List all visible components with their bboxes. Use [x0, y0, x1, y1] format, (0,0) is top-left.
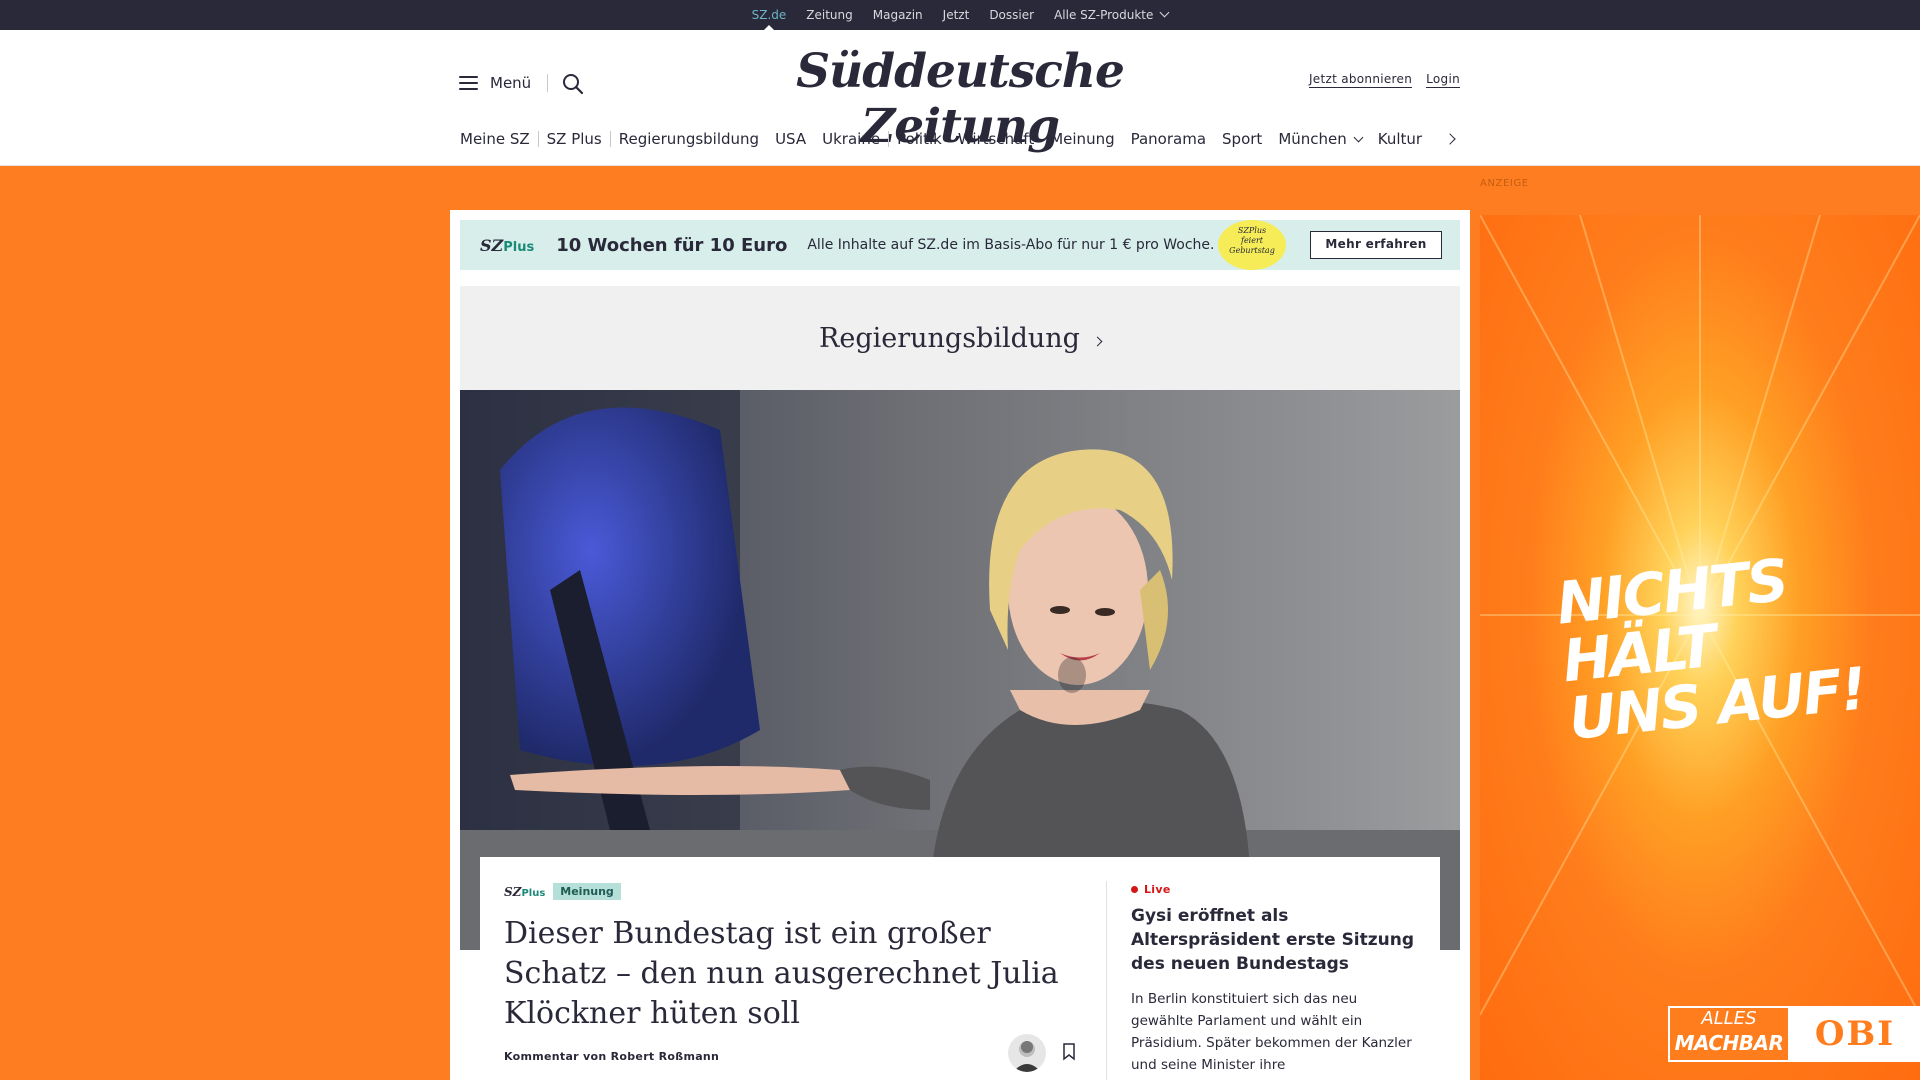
- topbar-link-sz-de[interactable]: SZ.de: [742, 0, 797, 30]
- live-teaser-title[interactable]: Gysi eröffnet als Alterspräsident erste …: [1131, 904, 1421, 976]
- promo-subtext: Alle Inhalte auf SZ.de im Basis-Abo für …: [807, 237, 1215, 253]
- section-header[interactable]: Regierungsbildung: [460, 286, 1460, 390]
- nav-item-sport[interactable]: Sport: [1214, 124, 1270, 154]
- live-teaser-text: In Berlin konstituiert sich das neu gewä…: [1131, 991, 1412, 1073]
- ad-tagline-line-1: ALLES: [1701, 1008, 1757, 1029]
- topbar-link-alle-produkte[interactable]: Alle SZ-Produkte: [1044, 0, 1178, 30]
- badge-line-3: Geburtstag: [1229, 246, 1275, 255]
- article-kicker: SZPlus Meinung: [504, 883, 1084, 900]
- lead-article-card[interactable]: SZPlus Meinung Dieser Bundestag ist ein …: [480, 857, 1440, 1080]
- sz-plus-logo: SZPlus: [504, 885, 545, 899]
- nav-item-ukraine[interactable]: Ukraine: [814, 124, 888, 154]
- lead-article-main: SZPlus Meinung Dieser Bundestag ist ein …: [504, 883, 1084, 1034]
- badge-line-2: feiert: [1240, 236, 1264, 245]
- live-label: Live: [1144, 883, 1171, 896]
- bookmark-icon: [1063, 1043, 1075, 1061]
- main-content: SZPlus 10 Wochen für 10 Euro Alle Inhalt…: [450, 210, 1470, 1080]
- lead-article-title[interactable]: Dieser Bundestag ist ein großer Schatz –…: [504, 914, 1084, 1034]
- nav-item-muenchen-label: München: [1278, 130, 1347, 148]
- sz-plus-logo-sz: SZ: [480, 235, 504, 255]
- main-navigation: Meine SZ SZ Plus Regierungsbildung USA U…: [460, 124, 1456, 154]
- chevron-down-icon: [1159, 7, 1170, 18]
- nav-item-wirtschaft[interactable]: Wirtschaft: [950, 124, 1042, 154]
- nav-scroll-right-icon[interactable]: [1444, 133, 1456, 145]
- top-bar: SZ.de Zeitung Magazin Jetzt Dossier Alle…: [0, 0, 1920, 30]
- nav-item-kultur[interactable]: Kultur: [1370, 124, 1430, 154]
- topbar-link-dossier[interactable]: Dossier: [979, 0, 1044, 30]
- ad-tagline-line-2: MACHBAR: [1674, 1031, 1784, 1055]
- subscribe-link[interactable]: Jetzt abonnieren: [1308, 72, 1413, 88]
- search-button[interactable]: [561, 72, 585, 96]
- topbar-link-alle-produkte-label: Alle SZ-Produkte: [1054, 8, 1154, 22]
- author-avatar: [1008, 1034, 1046, 1072]
- article-category-tag: Meinung: [553, 883, 621, 900]
- nav-item-sz-plus[interactable]: SZ Plus: [539, 124, 610, 154]
- topbar-link-zeitung[interactable]: Zeitung: [796, 0, 862, 30]
- hamburger-icon: [459, 76, 478, 90]
- live-ticker-teaser[interactable]: Live Gysi eröffnet als Alterspräsident e…: [1131, 883, 1421, 1076]
- sz-plus-logo-plus: Plus: [503, 239, 535, 255]
- nav-item-meinung[interactable]: Meinung: [1042, 124, 1122, 154]
- section-title: Regierungsbildung: [819, 322, 1080, 354]
- article-byline: Kommentar von Robert Roßmann: [504, 1050, 720, 1063]
- ad-label: ANZEIGE: [1480, 178, 1529, 189]
- topbar-link-magazin[interactable]: Magazin: [863, 0, 933, 30]
- site-header: Menü Süddeutsche Zeitung Jetzt abonniere…: [0, 30, 1920, 166]
- ad-slogan: NICHTS HÄLT UNS AUF!: [1553, 537, 1920, 753]
- sz-plus-logo-plus: Plus: [521, 887, 546, 899]
- nav-item-usa[interactable]: USA: [767, 124, 814, 154]
- chevron-down-icon: [1353, 132, 1364, 143]
- ad-tagline-box: ALLES MACHBAR: [1668, 1006, 1790, 1062]
- nav-item-regierungsbildung[interactable]: Regierungsbildung: [611, 124, 767, 154]
- promo-headline: 10 Wochen für 10 Euro: [556, 234, 788, 256]
- nav-item-politik[interactable]: Politik: [889, 124, 950, 154]
- topbar-link-jetzt[interactable]: Jetzt: [933, 0, 980, 30]
- menu-label: Menü: [490, 74, 532, 92]
- advertisement-banner[interactable]: NICHTS HÄLT UNS AUF! ALLES MACHBAR OBI: [1480, 215, 1920, 1080]
- promo-more-button[interactable]: Mehr erfahren: [1310, 231, 1442, 259]
- header-account-links: Jetzt abonnieren Login: [1308, 72, 1460, 88]
- search-icon: [563, 74, 584, 95]
- live-dot-icon: [1131, 886, 1138, 893]
- birthday-badge: SZPlus feiert Geburtstag: [1218, 220, 1286, 270]
- chevron-right-icon: [1092, 336, 1103, 346]
- badge-line-1: SZPlus: [1237, 226, 1267, 235]
- obi-logo: OBI: [1790, 1006, 1920, 1062]
- nav-item-panorama[interactable]: Panorama: [1123, 124, 1214, 154]
- live-indicator: Live: [1131, 883, 1421, 896]
- nav-item-muenchen[interactable]: München: [1270, 124, 1369, 154]
- subscription-promo-banner[interactable]: SZPlus 10 Wochen für 10 Euro Alle Inhalt…: [460, 220, 1460, 270]
- card-divider: [1106, 881, 1107, 1080]
- sz-plus-logo-sz: SZ: [504, 884, 522, 899]
- header-divider: [547, 74, 548, 92]
- bookmark-button[interactable]: [1062, 1043, 1076, 1061]
- menu-button[interactable]: Menü: [459, 74, 531, 92]
- sz-plus-logo: SZPlus: [480, 236, 534, 255]
- login-link[interactable]: Login: [1426, 72, 1460, 88]
- ad-brand-logo: ALLES MACHBAR OBI: [1668, 1006, 1920, 1062]
- nav-item-meine-sz[interactable]: Meine SZ: [460, 124, 538, 154]
